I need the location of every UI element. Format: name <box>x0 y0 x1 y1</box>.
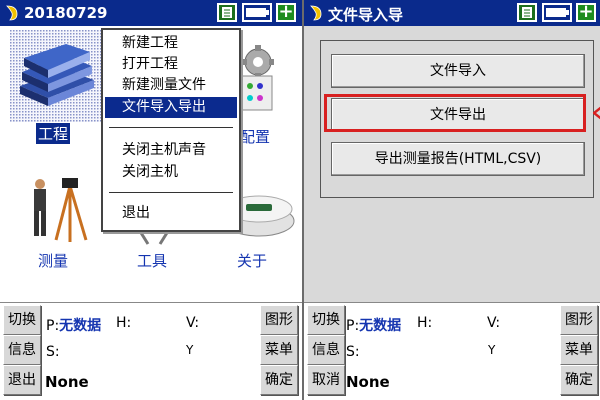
ok-button[interactable]: 确定 <box>560 365 598 395</box>
export-report-button[interactable]: 导出测量报告(HTML,CSV) <box>331 142 585 176</box>
v-label: V: <box>487 315 501 331</box>
antenna-icon: Y <box>186 343 194 357</box>
solution-status: None <box>45 373 89 391</box>
books-icon <box>10 30 102 122</box>
solution-status: None <box>346 373 390 391</box>
menu-button[interactable]: 菜单 <box>560 335 598 365</box>
title-bar: 20180729 + <box>0 0 302 26</box>
info-button[interactable]: 信息 <box>307 335 345 365</box>
menu-separator <box>109 192 233 193</box>
sheet-icon[interactable] <box>517 3 537 22</box>
menu-item-file-import-export[interactable]: 文件导入导出 <box>105 97 237 118</box>
s-label: S: <box>346 344 360 360</box>
h-label: H: <box>116 315 132 331</box>
menu-item-new-project[interactable]: 新建工程 <box>105 33 237 54</box>
menu-item-exit[interactable]: 退出 <box>105 203 237 224</box>
h-label: H: <box>417 315 433 331</box>
menu-button[interactable]: 菜单 <box>260 335 298 365</box>
switch-button[interactable]: 切换 <box>307 305 345 335</box>
context-menu: 新建工程 打开工程 新建测量文件 文件导入导出 关闭主机声音 关闭主机 退出 <box>101 28 241 232</box>
file-import-export-panel: 文件导入 文件导出 导出测量报告(HTML,CSV) <box>304 26 600 302</box>
left-screen: 20180729 + 工程 配置 测量 工具 关于 新建工程 打开工程 新建测量… <box>0 0 302 400</box>
p-label: P: <box>346 318 360 334</box>
position-label: P:无数据 <box>46 315 101 335</box>
graphics-button[interactable]: 图形 <box>560 305 598 335</box>
highlight-frame <box>324 94 586 132</box>
plus-icon[interactable]: + <box>576 3 596 22</box>
info-button[interactable]: 信息 <box>3 335 41 365</box>
position-value: 无数据 <box>59 318 102 334</box>
position-label: P:无数据 <box>346 315 401 335</box>
menu-item-shutdown-receiver[interactable]: 关闭主机 <box>105 162 237 183</box>
graphics-button[interactable]: 图形 <box>260 305 298 335</box>
switch-button[interactable]: 切换 <box>3 305 41 335</box>
title-bar: 文件导入导 + <box>304 0 600 26</box>
plus-icon[interactable]: + <box>276 3 296 22</box>
menu-item-open-project[interactable]: 打开工程 <box>105 54 237 75</box>
exit-button[interactable]: 退出 <box>3 365 41 395</box>
logo-icon <box>6 5 18 21</box>
surveyor-icon[interactable] <box>26 176 92 246</box>
window-title: 文件导入导 <box>328 6 404 24</box>
s-label: S: <box>46 344 60 360</box>
status-panel: 切换 信息 取消 图形 菜单 确定 P:无数据 H: V: S: Y None <box>304 302 600 400</box>
v-label: V: <box>186 315 200 331</box>
config-app-label[interactable]: 配置 <box>240 126 270 147</box>
project-app-tile[interactable] <box>10 30 102 122</box>
menu-item-mute-receiver[interactable]: 关闭主机声音 <box>105 140 237 161</box>
battery-icon <box>542 3 572 22</box>
sheet-icon[interactable] <box>217 3 237 22</box>
menu-separator <box>109 127 233 128</box>
ok-button[interactable]: 确定 <box>260 365 298 395</box>
window-title: 20180729 <box>24 4 108 22</box>
cancel-button[interactable]: 取消 <box>307 365 345 395</box>
antenna-icon: Y <box>488 343 496 357</box>
project-app-label[interactable]: 工程 <box>36 123 71 144</box>
arrow-tip-icon <box>593 106 600 120</box>
position-value: 无数据 <box>359 318 402 334</box>
menu-item-new-survey-file[interactable]: 新建测量文件 <box>105 75 237 96</box>
p-label: P: <box>46 318 60 334</box>
battery-icon <box>242 3 272 22</box>
logo-icon <box>310 5 322 21</box>
tools-app-label[interactable]: 工具 <box>137 250 167 271</box>
about-app-label[interactable]: 关于 <box>237 250 267 271</box>
file-import-button[interactable]: 文件导入 <box>331 54 585 88</box>
right-screen: 文件导入导 + 文件导入 文件导出 导出测量报告(HTML,CSV) 切换 信息… <box>304 0 600 400</box>
survey-app-label[interactable]: 测量 <box>38 250 68 271</box>
status-panel: 切换 信息 退出 图形 菜单 确定 P:无数据 H: V: S: Y None <box>0 302 302 400</box>
